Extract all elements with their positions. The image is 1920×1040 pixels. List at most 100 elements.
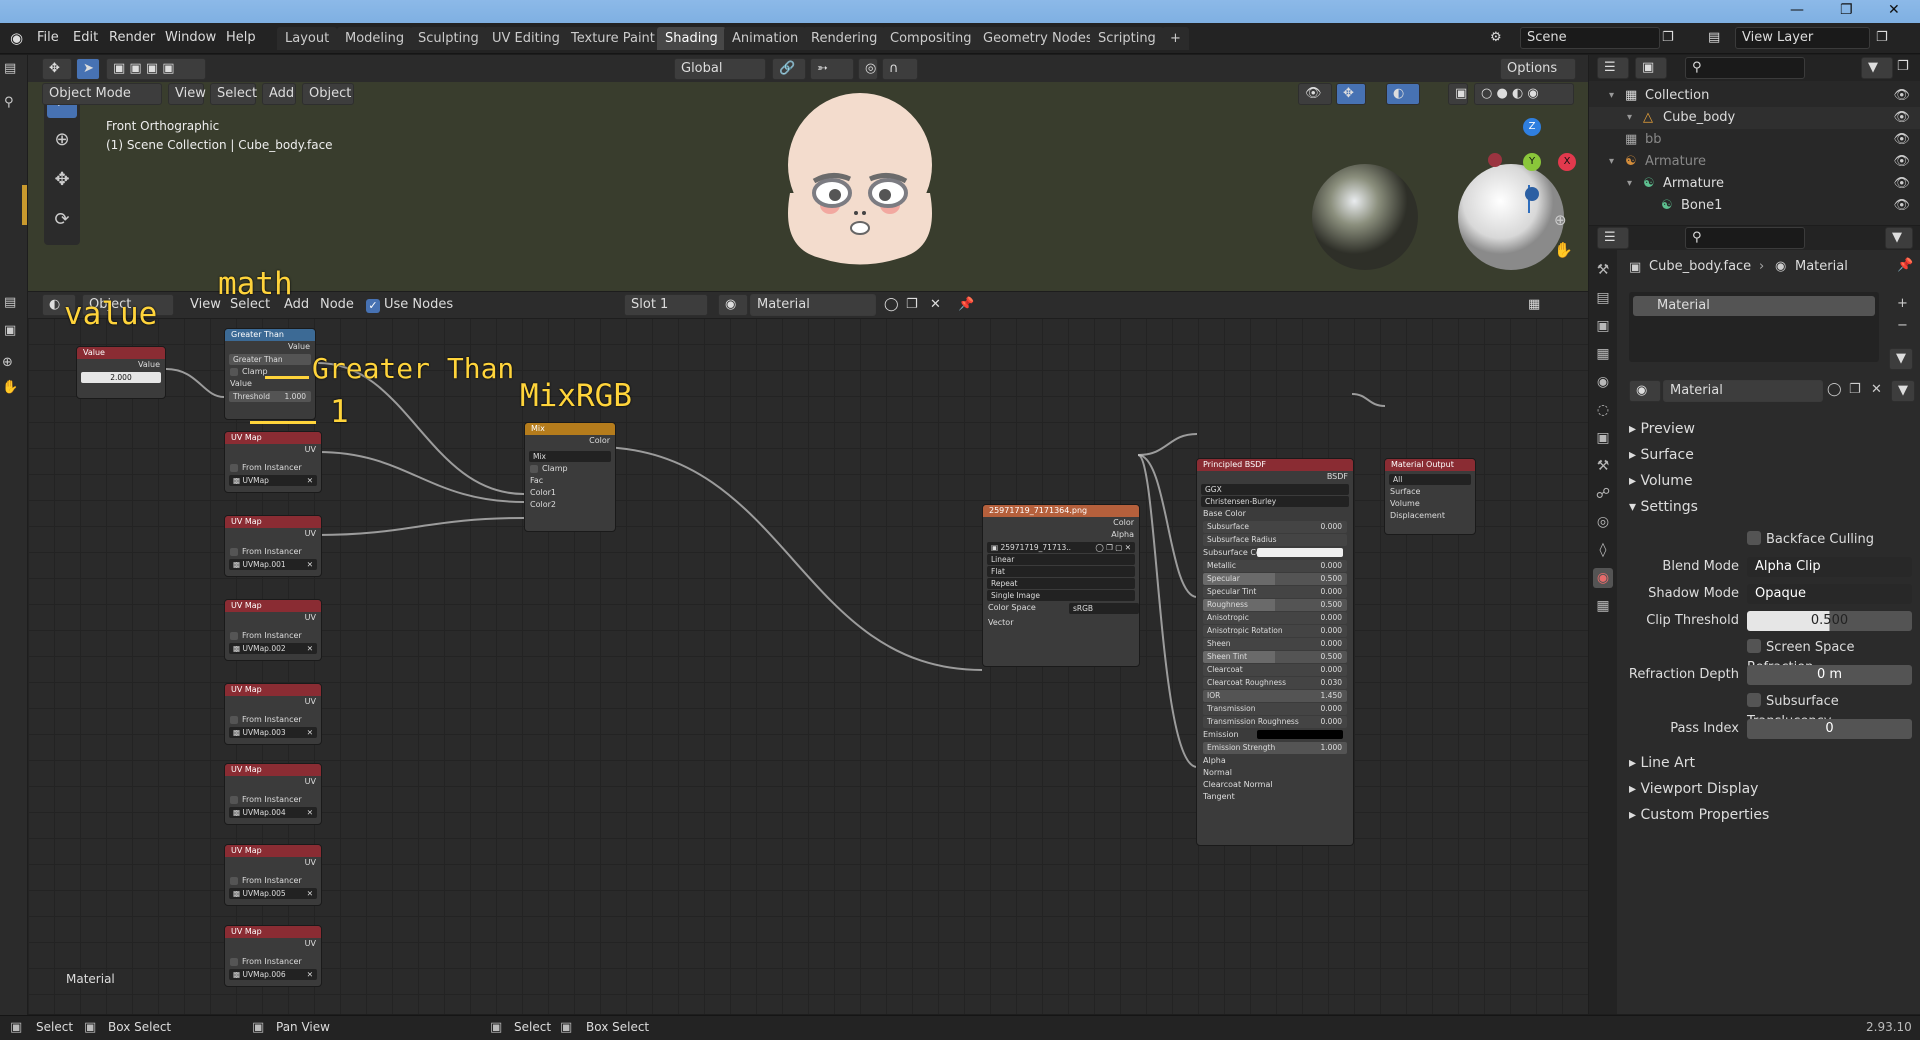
image-datablock-field[interactable]: ▣ 25971719_71713.. ◯ ❐ ▢ ✕ (987, 542, 1135, 553)
threshold-field[interactable]: Threshold 1.000 (229, 391, 311, 402)
bsdf-input-row[interactable]: Roughness 0.500 (1203, 599, 1347, 611)
bsdf-input-row[interactable]: Emission Strength 1.000 (1203, 742, 1347, 754)
uv-map-node[interactable]: UV Map UV From Instancer ▩ UVMap.004 ✕ (224, 763, 322, 825)
uv-map-node[interactable]: UV Map UV From Instancer ▩ UVMap.001 ✕ (224, 515, 322, 577)
ne-menu-view[interactable]: View (190, 295, 221, 315)
clamp-row[interactable]: Clamp (525, 463, 615, 475)
tab-scripting[interactable]: Scripting (1090, 27, 1164, 50)
menu-file[interactable]: File (37, 28, 59, 48)
tab-animation[interactable]: Animation (724, 27, 807, 50)
material-slot-list[interactable]: Material (1629, 292, 1879, 362)
bsdf-input-row[interactable]: Sheen 0.000 (1203, 638, 1347, 650)
editor-type-icon[interactable]: ▤ (4, 61, 24, 81)
falloff-icon[interactable]: ∩ (882, 58, 918, 80)
bsdf-input-row[interactable]: Subsurface 0.000 (1203, 521, 1347, 533)
new-view-layer-icon[interactable]: ❐ (1876, 28, 1888, 48)
outliner-row[interactable]: ▾ ▦ Collection 👁 (1589, 85, 1920, 107)
clear-uv-icon[interactable]: ✕ (307, 475, 313, 486)
from-instancer-checkbox[interactable] (230, 715, 238, 724)
properties-options-icon[interactable]: ▼ (1885, 227, 1913, 249)
uv-map-field[interactable]: ▩ UVMap.006 ✕ (229, 969, 317, 980)
gizmo-z-axis[interactable]: Z (1523, 118, 1541, 136)
from-instancer-checkbox[interactable] (230, 795, 238, 804)
zoom-view-icon[interactable]: ⊕ (1554, 211, 1574, 231)
visibility-eye-icon[interactable]: 👁 (1893, 173, 1910, 195)
from-instancer-row[interactable]: From Instancer (225, 630, 321, 642)
tab-shading[interactable]: Shading (657, 27, 726, 50)
bsdf-input-row[interactable]: Metallic 0.000 (1203, 560, 1347, 572)
options-button[interactable]: Options (1500, 58, 1576, 80)
unlink-material-icon[interactable]: ✕ (1871, 382, 1882, 397)
render-tab-icon[interactable]: ▤ (1593, 288, 1613, 308)
shadow-mode-dropdown[interactable]: Opaque (1747, 584, 1912, 604)
image-actions-icons[interactable]: ◯ ❐ ▢ ✕ (1095, 542, 1131, 553)
material-slot-item[interactable]: Material (1633, 296, 1875, 316)
visibility-eye-icon[interactable]: 👁 (1893, 151, 1910, 173)
search-icon[interactable]: ⚲ (4, 95, 24, 115)
physics-tab-icon[interactable]: ◎ (1593, 512, 1613, 532)
outliner-search-input[interactable]: ⚲ (1685, 57, 1805, 79)
value-field[interactable]: 2.000 (81, 372, 161, 383)
tab-texture-paint[interactable]: Texture Paint (563, 27, 663, 50)
mix-rgb-node[interactable]: Mix Color Mix Clamp Fac Color1 Color2 (524, 422, 616, 532)
data-tab-icon[interactable]: ◉ (1593, 568, 1613, 588)
bsdf-input-row[interactable]: Clearcoat Normal (1197, 779, 1353, 791)
panel-preview[interactable]: ▸ Preview (1629, 418, 1695, 440)
from-instancer-row[interactable]: From Instancer (225, 462, 321, 474)
expand-arrow-icon[interactable]: ▾ (1609, 151, 1614, 173)
pin-properties-icon[interactable]: 📌 (1897, 258, 1913, 273)
snap-node-icon[interactable]: ▦ (1528, 295, 1540, 315)
menu-edit[interactable]: Edit (73, 28, 98, 48)
material-browse-icon[interactable]: ◉ (718, 294, 748, 316)
material-name-input[interactable]: Material (1663, 380, 1823, 402)
outliner-row[interactable]: ▦ bb 👁 (1589, 129, 1920, 151)
minimize-icon[interactable]: — (1790, 2, 1804, 18)
bsdf-input-row[interactable]: Clearcoat Roughness 0.030 (1203, 677, 1347, 689)
use-nodes-checkbox[interactable]: ✓ (366, 299, 380, 313)
tab-sculpting[interactable]: Sculpting (410, 27, 487, 50)
viewport-menu-view[interactable]: View (168, 83, 206, 105)
unlink-icon[interactable]: ✕ (930, 295, 941, 315)
blend-dropdown[interactable]: Mix (529, 451, 611, 462)
add-workspace-button[interactable]: + (1162, 27, 1189, 50)
scene-tab-icon[interactable]: ◉ (1593, 372, 1613, 392)
bsdf-input-row[interactable]: Normal (1197, 767, 1353, 779)
from-instancer-checkbox[interactable] (230, 547, 238, 556)
close-icon[interactable]: ✕ (1888, 2, 1900, 18)
refraction-depth-field[interactable]: 0 m (1747, 665, 1912, 685)
menu-window[interactable]: Window (165, 28, 216, 48)
uv-map-node[interactable]: UV Map UV From Instancer ▩ UVMap.002 ✕ (224, 599, 322, 661)
clear-uv-icon[interactable]: ✕ (307, 888, 313, 899)
blend-mode-dropdown[interactable]: Alpha Clip (1747, 557, 1912, 577)
clip-threshold-slider[interactable]: 0.500 (1747, 611, 1912, 631)
bsdf-input-row[interactable]: Subsurface Co... (1197, 547, 1353, 559)
image-icon[interactable]: ▣ (4, 323, 24, 343)
bsdf-input-row[interactable]: Clearcoat 0.000 (1203, 664, 1347, 676)
visibility-eye-icon[interactable]: 👁 (1893, 85, 1910, 107)
uv-map-node[interactable]: UV Map UV From Instancer ▩ UVMap.003 ✕ (224, 683, 322, 745)
blender-logo-icon[interactable]: ◉ (10, 28, 23, 48)
maximize-icon[interactable]: ❐ (1840, 2, 1853, 18)
tool-tab-icon[interactable]: ⚒ (1593, 260, 1613, 280)
browse-node-tree-icon[interactable]: ▼ (1891, 380, 1915, 402)
outliner-row[interactable]: ▾ △ Cube_body 👁 (1589, 107, 1920, 129)
clear-uv-icon[interactable]: ✕ (307, 643, 313, 654)
material-name-field[interactable]: Material (750, 294, 876, 316)
outliner-type-icon[interactable]: ☰ (1597, 57, 1629, 79)
duplicate-material-icon[interactable]: ❐ (1849, 382, 1861, 397)
uv-map-field[interactable]: ▩ UVMap.004 ✕ (229, 807, 317, 818)
panel-line-art[interactable]: ▸ Line Art (1629, 752, 1695, 774)
from-instancer-row[interactable]: From Instancer (225, 956, 321, 968)
uv-map-field[interactable]: ▩ UVMap.005 ✕ (229, 888, 317, 899)
move-tool-icon[interactable]: ✥ (47, 165, 77, 195)
gizmo-y-axis[interactable]: Y (1523, 153, 1541, 171)
outliner-row[interactable]: ▾ ☯ Armature 👁 (1589, 151, 1920, 173)
outliner-row[interactable]: ▾ ☯ Armature 👁 (1589, 173, 1920, 195)
clear-uv-icon[interactable]: ✕ (307, 807, 313, 818)
properties-type-icon[interactable]: ☰ (1597, 227, 1629, 249)
properties-search-input[interactable]: ⚲ (1685, 227, 1805, 249)
tab-uv-editing[interactable]: UV Editing (484, 27, 568, 50)
material-tab-icon[interactable]: ▦ (1593, 596, 1613, 616)
uv-map-node[interactable]: UV Map UV From Instancer ▩ UVMap ✕ (224, 431, 322, 493)
bsdf-input-row[interactable]: Tangent (1197, 791, 1353, 803)
